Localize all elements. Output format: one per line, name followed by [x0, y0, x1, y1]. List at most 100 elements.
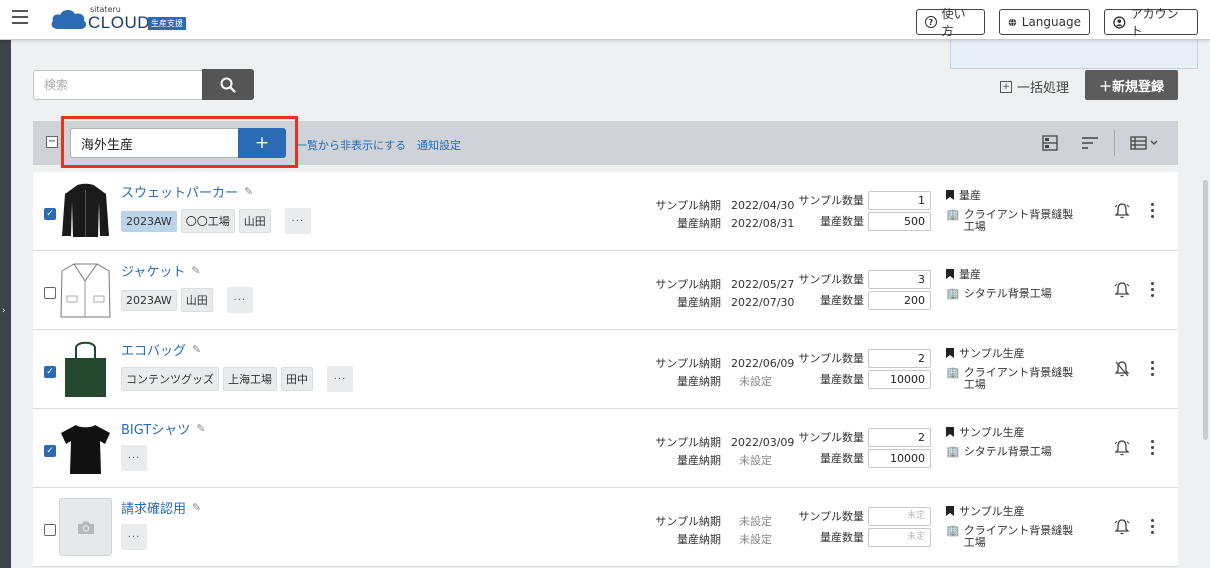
tshirt-thumbnail[interactable] — [59, 419, 112, 477]
pencil-icon[interactable]: ✎ — [244, 185, 253, 198]
building-icon: 🏢 — [946, 524, 960, 537]
table-row[interactable]: ✓ スウェットパーカー ✎ 2023AW 〇〇工場 山田 ··· サンプル納期 20… — [33, 172, 1178, 251]
due-dates: サンプル納期 未設定 量産納期 未設定 — [655, 515, 772, 546]
row-menu-icon[interactable] — [1151, 282, 1155, 297]
tag[interactable]: 上海工場 — [223, 367, 277, 391]
search-input[interactable] — [33, 70, 203, 100]
menu-icon[interactable] — [12, 10, 28, 24]
tag[interactable]: 山田 — [180, 288, 213, 312]
factory-name: クライアント背景縫製工場 — [963, 366, 1074, 391]
chevron-right-icon[interactable]: › — [2, 306, 6, 316]
row-menu-icon[interactable] — [1151, 519, 1155, 534]
filter-bar: − + 一覧から非表示にする 通知設定 — [33, 116, 1178, 168]
pencil-icon[interactable]: ✎ — [192, 501, 201, 514]
tag[interactable]: 田中 — [281, 367, 313, 391]
more-tags-button[interactable]: ··· — [327, 366, 353, 392]
hoodie-thumbnail[interactable] — [59, 182, 112, 240]
factory-name: シタテル背景工場 — [963, 445, 1052, 458]
ecobag-thumbnail[interactable] — [59, 340, 112, 398]
more-tags-button[interactable]: ··· — [226, 287, 253, 313]
language-label: Language — [1021, 15, 1081, 29]
more-tags-button[interactable]: ··· — [284, 208, 311, 234]
bell-off-icon[interactable] — [1114, 360, 1130, 378]
app-header: sitateru CLOUD 生産支援 ? 使い方 Language アカウント — [0, 0, 1210, 40]
factory-name: クライアント背景縫製工場 — [963, 208, 1074, 233]
sample-qty-field[interactable]: 1 — [868, 190, 931, 210]
search-button[interactable] — [202, 69, 254, 100]
pencil-icon[interactable]: ✎ — [192, 343, 201, 356]
item-name[interactable]: 請求確認用 ✎ — [121, 498, 201, 517]
item-name[interactable]: エコバッグ ✎ — [121, 340, 201, 359]
sample-qty-field[interactable]: 2 — [868, 427, 931, 447]
table-row[interactable]: ✓ BIGTシャツ ✎ ··· サンプル納期 2022/03/09 量産納期 未設定 … — [33, 409, 1178, 488]
tag[interactable]: 〇〇工場 — [180, 209, 235, 233]
mass-qty-field[interactable]: 10000 — [868, 369, 931, 389]
table-row[interactable]: ジャケット ✎ 2023AW 山田 ··· サンプル納期 2022/05/27 量産… — [33, 251, 1178, 330]
logo-badge: 生産支援 — [148, 17, 186, 30]
bell-icon[interactable] — [1114, 518, 1130, 536]
card-view-icon[interactable] — [1042, 135, 1058, 151]
row-menu-icon[interactable] — [1151, 203, 1155, 218]
row-checkbox[interactable]: ✓ — [44, 445, 56, 457]
pencil-icon[interactable]: ✎ — [196, 422, 205, 435]
row-checkbox[interactable] — [44, 287, 56, 299]
user-circle-icon — [1113, 15, 1126, 29]
row-menu-icon[interactable] — [1151, 440, 1155, 455]
phase-label: サンプル生産 — [959, 505, 1025, 518]
more-tags-button[interactable]: ··· — [121, 445, 147, 471]
quantities: サンプル数量 3 量産数量 200 — [798, 269, 931, 311]
row-menu-icon[interactable] — [1151, 361, 1155, 376]
select-all-checkbox[interactable]: − — [46, 136, 58, 148]
image-placeholder[interactable] — [59, 498, 112, 556]
phase-label: 量産 — [959, 268, 981, 281]
mass-qty-field[interactable]: 500 — [868, 211, 931, 231]
mass-qty-field[interactable]: 未定 — [868, 527, 931, 547]
table-row[interactable]: ✓ エコバッグ ✎ コンテンツグッズ 上海工場 田中 ··· サンプル納期 2022… — [33, 330, 1178, 409]
item-name[interactable]: BIGTシャツ ✎ — [121, 419, 206, 438]
more-tags-button[interactable]: ··· — [121, 524, 147, 550]
item-name[interactable]: ジャケット ✎ — [121, 261, 201, 280]
item-name[interactable]: スウェットパーカー ✎ — [121, 182, 253, 201]
account-button[interactable]: アカウント — [1104, 7, 1198, 38]
production-info: サンプル生産 🏢 クライアント背景縫製工場 — [946, 503, 1076, 549]
phase-label: サンプル生産 — [959, 426, 1025, 439]
hide-from-list-link[interactable]: 一覧から非表示にする — [296, 137, 406, 153]
tag[interactable]: 2023AW — [121, 289, 177, 311]
table-row[interactable]: 請求確認用 ✎ ··· サンプル納期 未設定 量産納期 未設定 サンプル数量 未定 量産… — [33, 488, 1178, 567]
tag[interactable]: 2023AW — [121, 210, 177, 232]
jacket-thumbnail[interactable] — [59, 261, 112, 319]
phase-label: サンプル生産 — [959, 347, 1025, 360]
bulk-process-button[interactable]: + 一括処理 — [1000, 77, 1069, 96]
search-icon — [220, 77, 236, 93]
bell-icon[interactable] — [1114, 202, 1130, 220]
list-view-icon[interactable] — [1130, 135, 1158, 151]
tag[interactable]: 山田 — [238, 209, 271, 233]
row-checkbox[interactable] — [44, 524, 56, 536]
app-logo[interactable]: sitateru CLOUD 生産支援 — [50, 5, 200, 35]
bell-icon[interactable] — [1114, 439, 1130, 457]
mass-qty-field[interactable]: 10000 — [868, 448, 931, 468]
sort-icon[interactable] — [1081, 135, 1099, 151]
sample-qty-field[interactable]: 未定 — [868, 506, 931, 526]
sidebar-collapsed[interactable]: › — [0, 40, 11, 568]
mass-qty-field[interactable]: 200 — [868, 290, 931, 310]
quantities: サンプル数量 1 量産数量 500 — [798, 190, 931, 232]
notification-settings-link[interactable]: 通知設定 — [417, 137, 461, 153]
building-icon: 🏢 — [946, 287, 960, 300]
production-info: サンプル生産 🏢 シタテル背景工場 — [946, 424, 1076, 458]
sample-qty-field[interactable]: 3 — [868, 269, 931, 289]
sample-qty-field[interactable]: 2 — [868, 348, 931, 368]
tag-list: 2023AW 山田 ··· — [121, 287, 253, 313]
new-register-button[interactable]: ＋新規登録 — [1085, 70, 1178, 100]
bell-icon[interactable] — [1114, 281, 1130, 299]
row-checkbox[interactable]: ✓ — [44, 208, 56, 220]
phase-label: 量産 — [959, 189, 981, 202]
pencil-icon[interactable]: ✎ — [191, 264, 200, 277]
vertical-scrollbar[interactable] — [1203, 180, 1208, 440]
language-button[interactable]: Language — [999, 9, 1090, 35]
tag[interactable]: コンテンツグッズ — [121, 367, 219, 391]
help-button[interactable]: ? 使い方 — [916, 7, 985, 38]
bookmark-icon — [946, 269, 954, 279]
row-checkbox[interactable]: ✓ — [44, 366, 56, 378]
help-label: 使い方 — [941, 7, 966, 38]
